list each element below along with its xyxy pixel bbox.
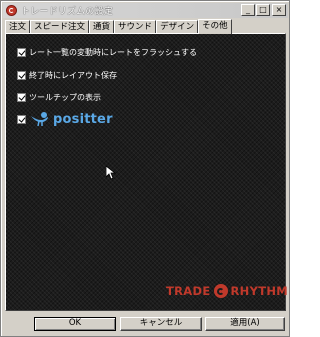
apply-button[interactable]: 適用(A): [205, 317, 285, 331]
positter-label: positter: [53, 111, 113, 127]
save-layout-label: 終了時にレイアウト保存: [29, 71, 117, 80]
rate-flash-label: レート一覧の変動時にレートをフラッシュする: [29, 48, 197, 57]
window-title: トレードリズムの設定: [21, 7, 114, 17]
title-bar[interactable]: トレードリズムの設定 _ □ ×: [3, 3, 288, 18]
option-save-layout[interactable]: 終了時にレイアウト保存: [17, 70, 117, 81]
rate-flash-checkbox[interactable]: [17, 48, 26, 57]
tab-sound[interactable]: サウンド: [114, 20, 157, 34]
settings-window: トレードリズムの設定 _ □ × 注文 スピード注文 通貨 サウンド デザイン …: [0, 0, 290, 337]
window-controls: _ □ ×: [240, 4, 286, 16]
ok-button[interactable]: OK: [34, 317, 116, 331]
save-layout-checkbox[interactable]: [17, 71, 26, 80]
tooltip-label: ツールチップの表示: [29, 93, 101, 102]
tab-speed-order[interactable]: スピード注文: [30, 20, 90, 34]
tab-design[interactable]: デザイン: [156, 20, 199, 34]
positter-bird-icon: [31, 112, 48, 127]
option-positter[interactable]: positter: [17, 110, 113, 128]
cancel-button[interactable]: キャンセル: [120, 317, 202, 331]
positter-checkbox[interactable]: [17, 114, 26, 124]
other-settings-panel: レート一覧の変動時にレートをフラッシュする 終了時にレイアウト保存 ツールチップ…: [5, 33, 288, 311]
brand-text-trade: TRADE: [166, 284, 211, 298]
tooltip-checkbox[interactable]: [17, 93, 26, 102]
brand-text-rhythm: RHYTHM: [230, 284, 289, 298]
settings-tabs: 注文 スピード注文 通貨 サウンド デザイン その他: [5, 19, 232, 34]
maximize-button[interactable]: □: [256, 4, 270, 16]
tab-order[interactable]: 注文: [5, 20, 31, 34]
option-rate-flash[interactable]: レート一覧の変動時にレートをフラッシュする: [17, 47, 197, 58]
trade-rhythm-app-icon: [6, 5, 17, 16]
tab-currency[interactable]: 通貨: [89, 20, 115, 34]
option-tooltip[interactable]: ツールチップの表示: [17, 92, 101, 103]
minimize-button[interactable]: _: [241, 4, 255, 16]
tab-other[interactable]: その他: [198, 19, 232, 34]
mouse-cursor-icon: [106, 166, 116, 180]
trade-rhythm-mark-icon: [213, 284, 228, 298]
trade-rhythm-logo: TRADE RHYTHM: [166, 284, 288, 298]
close-button[interactable]: ×: [272, 4, 286, 16]
positter-logo: positter: [29, 110, 113, 128]
